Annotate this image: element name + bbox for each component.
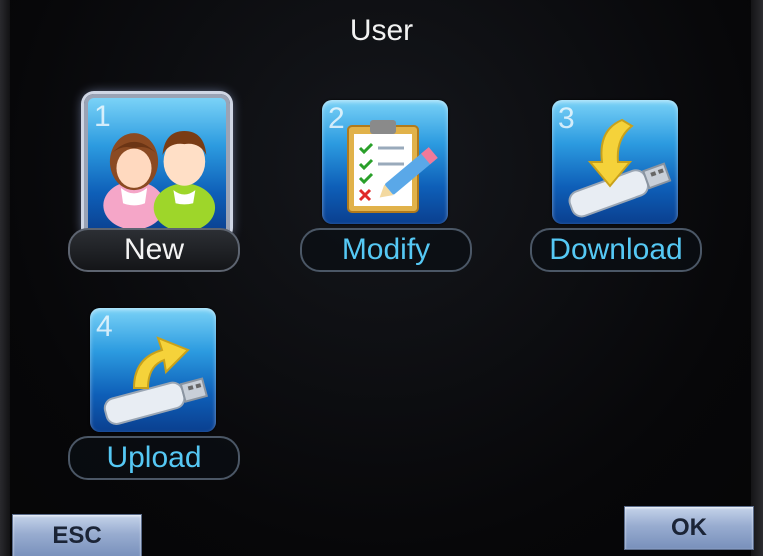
usb-upload-icon: 4	[90, 308, 216, 432]
tile-label: Download	[530, 228, 702, 272]
device-screen: User 1 New 2 Modify 3 Download 4 Upload …	[0, 0, 763, 556]
esc-button[interactable]: ESC	[12, 514, 142, 556]
tile-label: Modify	[300, 228, 472, 272]
ok-button[interactable]: OK	[624, 506, 754, 550]
tile-label: Upload	[68, 436, 240, 480]
bezel-left	[0, 0, 10, 556]
usb-download-icon: 3	[552, 100, 678, 224]
users-icon: 1	[84, 94, 230, 238]
menu-tile-download[interactable]: 3 Download	[530, 100, 705, 285]
clipboard-edit-icon: 2	[322, 100, 448, 224]
tile-label: New	[68, 228, 240, 272]
screen-title: User	[349, 14, 414, 47]
menu-tile-upload[interactable]: 4 Upload	[68, 308, 243, 493]
menu-tile-modify[interactable]: 2 Modify	[300, 100, 475, 285]
bezel-right	[751, 0, 763, 556]
menu-tile-new[interactable]: 1 New	[68, 94, 243, 285]
